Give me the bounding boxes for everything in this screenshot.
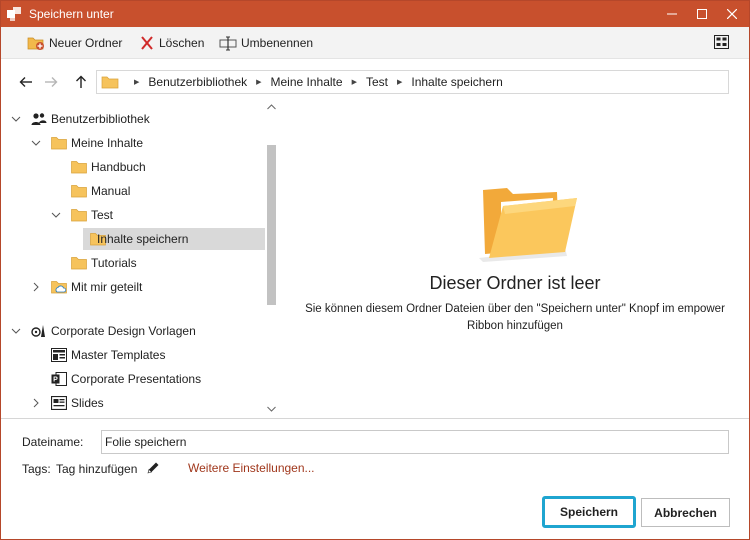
tree-item-shared[interactable]: Mit mir geteilt: [1, 276, 263, 298]
rename-button[interactable]: Umbenennen: [219, 34, 313, 52]
tree-item-label: Corporate Presentations: [71, 372, 202, 386]
cancel-button[interactable]: Abbrechen: [641, 498, 730, 527]
arrow-left-icon: [19, 77, 32, 87]
tree-item-label: Benutzerbibliothek: [51, 112, 150, 126]
empty-state-description: Sie können diesem Ordner Dateien über de…: [305, 303, 725, 332]
filename-label: Dateiname:: [22, 435, 84, 449]
breadcrumb-item[interactable]: Meine Inhalte: [271, 75, 343, 89]
up-button[interactable]: [73, 74, 89, 90]
save-as-dialog: Speichern unter Neuer Ordner Löschen Umb…: [0, 0, 750, 540]
tree-item-label: Meine Inhalte: [71, 136, 144, 150]
more-settings-link[interactable]: Weitere Einstellungen...: [188, 461, 315, 475]
chevron-down-icon[interactable]: [11, 326, 21, 336]
shared-folder-icon: [51, 281, 67, 294]
tree-item-label: Test: [91, 208, 114, 222]
tree-item-presentations[interactable]: P Corporate Presentations: [1, 368, 263, 390]
breadcrumb-separator-icon: ▶: [256, 79, 262, 86]
folder-tree: Benutzerbibliothek Meine Inhalte Handbuc…: [1, 98, 279, 418]
users-icon: [31, 113, 47, 125]
back-button[interactable]: [18, 74, 34, 90]
breadcrumb-separator-icon: ▶: [134, 79, 140, 86]
tree-item-master-templates[interactable]: Master Templates: [1, 344, 263, 366]
tree-item-manual[interactable]: Manual: [1, 180, 263, 202]
master-template-icon: [51, 348, 67, 362]
grid-view-icon[interactable]: [714, 35, 729, 49]
rename-icon: [219, 36, 237, 51]
pane-divider: [1, 418, 749, 419]
svg-text:P: P: [53, 377, 58, 384]
navigation-bar: ▶ Benutzerbibliothek ▶ Meine Inhalte ▶ T…: [1, 67, 749, 97]
tree-item-corporate[interactable]: Corporate Design Vorlagen: [1, 320, 263, 342]
arrow-up-icon: [76, 75, 86, 88]
folder-icon: [71, 257, 87, 270]
empty-state-title: Dieser Ordner ist leer: [429, 273, 601, 293]
folder-icon: [71, 209, 87, 222]
toolbar: Neuer Ordner Löschen Umbenennen: [1, 27, 749, 59]
tree-item-save-content[interactable]: Inhalte speichern: [83, 228, 265, 250]
folder-icon: [101, 76, 119, 89]
breadcrumb-item[interactable]: Inhalte speichern: [411, 75, 502, 89]
folder-icon: [51, 137, 67, 150]
delete-label: Löschen: [159, 36, 205, 50]
scrollbar-thumb[interactable]: [267, 145, 276, 305]
powerpoint-icon: P: [51, 372, 67, 386]
folder-icon: [71, 161, 87, 174]
tree-item-label: Manual: [91, 184, 131, 198]
minimize-button[interactable]: [657, 1, 687, 27]
filename-field[interactable]: [101, 430, 729, 454]
tree-item-my-content[interactable]: Meine Inhalte: [1, 132, 263, 154]
maximize-icon: [697, 9, 707, 19]
new-folder-button[interactable]: Neuer Ordner: [27, 34, 122, 52]
breadcrumb-item[interactable]: Benutzerbibliothek: [148, 75, 247, 89]
window-title: Speichern unter: [29, 7, 114, 21]
chevron-down-icon[interactable]: [11, 114, 21, 124]
close-button[interactable]: [717, 1, 747, 27]
chevron-right-icon[interactable]: [31, 282, 41, 292]
chevron-down-icon[interactable]: [51, 210, 61, 220]
chevron-down-icon[interactable]: [31, 138, 41, 148]
empty-folder-icon: [479, 188, 577, 262]
rename-label: Umbenennen: [241, 36, 314, 50]
tree-item-label: Master Templates: [71, 348, 166, 362]
maximize-button[interactable]: [687, 1, 717, 27]
tree-item-handbuch[interactable]: Handbuch: [1, 156, 263, 178]
forward-button[interactable]: [43, 74, 59, 90]
tree-item-slides[interactable]: Slides: [1, 392, 263, 414]
tree-item-label: Mit mir geteilt: [71, 280, 143, 294]
folder-icon: [71, 185, 87, 198]
tree-item-label: Slides: [71, 396, 104, 410]
address-bar[interactable]: ▶ Benutzerbibliothek ▶ Meine Inhalte ▶ T…: [96, 70, 729, 94]
new-folder-label: Neuer Ordner: [49, 36, 123, 50]
save-button[interactable]: Speichern: [542, 496, 636, 528]
tree-item-label: Tutorials: [91, 256, 137, 270]
app-icon: [7, 7, 21, 21]
delete-x-icon: [141, 36, 153, 50]
tree-item-tutorials[interactable]: Tutorials: [1, 252, 263, 274]
tree-item-test[interactable]: Test: [1, 204, 263, 226]
tree-item-user-library[interactable]: Benutzerbibliothek: [1, 108, 263, 130]
slides-icon: [51, 396, 67, 410]
scroll-down-button[interactable]: [265, 404, 277, 414]
breadcrumb-separator-icon: ▶: [351, 79, 357, 86]
chevron-down-icon: [266, 406, 276, 412]
chevron-up-icon: [266, 104, 276, 110]
close-icon: [727, 9, 737, 19]
breadcrumb-item[interactable]: Test: [366, 75, 388, 89]
pencil-icon[interactable]: [146, 461, 160, 475]
tags-label: Tags:: [22, 462, 51, 476]
tree-item-label: Handbuch: [91, 160, 146, 174]
delete-button[interactable]: Löschen: [139, 34, 204, 52]
new-folder-icon: [27, 37, 44, 50]
breadcrumb-separator-icon: ▶: [396, 79, 403, 86]
design-templates-icon: [31, 325, 45, 337]
title-bar: Speichern unter: [1, 1, 749, 27]
tree-item-label: Corporate Design Vorlagen: [51, 324, 196, 338]
tree-item-label: Inhalte speichern: [97, 232, 189, 246]
minimize-icon: [667, 13, 677, 15]
scroll-up-button[interactable]: [265, 102, 277, 112]
chevron-right-icon[interactable]: [31, 398, 41, 408]
add-tag-text[interactable]: Tag hinzufügen: [56, 462, 137, 476]
content-pane: Dieser Ordner ist leer Sie können diesem…: [281, 98, 749, 418]
arrow-right-icon: [45, 77, 58, 87]
